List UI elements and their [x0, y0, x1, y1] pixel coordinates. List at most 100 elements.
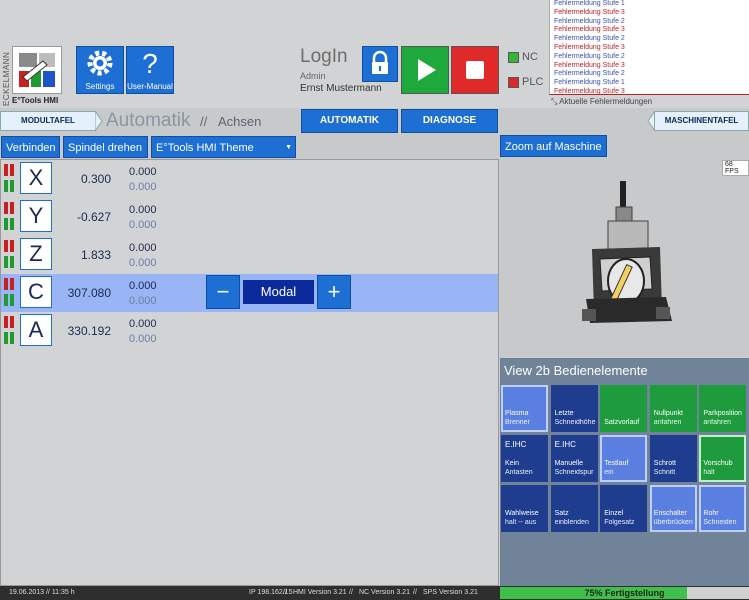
tab-automatik[interactable]: AUTOMATIK: [301, 109, 398, 133]
settings-button[interactable]: Settings: [76, 46, 124, 94]
control-tile[interactable]: Schrott Schnitt: [649, 435, 697, 482]
error-message-item[interactable]: Fehlermeldung Stufe 3: [550, 26, 749, 35]
error-message-item[interactable]: Fehlermeldung Stufe 2: [550, 18, 749, 27]
progress-bar: 75% Fertigstellung: [500, 587, 749, 599]
stop-button[interactable]: [451, 46, 499, 94]
error-message-item[interactable]: Fehlermeldung Stufe 2: [550, 70, 749, 79]
status-hmi-version: HMI Version 3.21: [293, 589, 347, 596]
error-message-item[interactable]: Fehlermeldung Stufe 1: [550, 0, 749, 9]
user-manual-button[interactable]: ? User-Manual: [126, 46, 174, 94]
error-message-item[interactable]: Fehlermeldung Stufe 2: [550, 35, 749, 44]
tile-sublabel: Schnitt: [653, 469, 676, 476]
tile-sublabel: anfahren: [703, 419, 732, 426]
login-title[interactable]: LogIn: [300, 46, 348, 68]
modultafel-arrow-icon: [95, 111, 103, 131]
axis-status-red-icon: [4, 278, 8, 290]
axis-status-red-icon: [10, 202, 14, 214]
axis-status-green-icon: [4, 218, 8, 230]
error-message-item[interactable]: Fehlermeldung Stufe 2: [550, 53, 749, 62]
error-message-item[interactable]: Fehlermeldung Stufe 3: [550, 88, 749, 97]
axis-name[interactable]: A: [20, 314, 52, 346]
control-tile[interactable]: Satz einblenden: [550, 485, 598, 532]
axis-status-red-icon: [4, 240, 8, 252]
tile-label: Enschalter: [653, 510, 687, 517]
axis-name[interactable]: Z: [20, 238, 52, 270]
connect-label: Verbinden: [6, 142, 56, 154]
modal-minus-button[interactable]: −: [206, 275, 240, 309]
control-tile[interactable]: Parkposition anfahren: [699, 385, 747, 432]
control-tile[interactable]: Enschalter überbrücken: [649, 485, 697, 532]
modal-plus-button[interactable]: +: [317, 275, 351, 309]
axis-row-a[interactable]: A 330.192 0.000 0.000: [1, 312, 498, 350]
tile-label: Satzvorlauf: [604, 419, 640, 426]
axis-status-green-icon: [10, 218, 14, 230]
status-sep-1: //: [283, 589, 287, 596]
zoom-machine-button[interactable]: Zoom auf Maschine: [500, 135, 607, 157]
axis-name[interactable]: C: [20, 276, 52, 308]
tile-sublabel: halt: [703, 469, 715, 476]
axis-setpoint: 0.000: [129, 280, 157, 292]
error-message-item[interactable]: Fehlermeldung Stufe 3: [550, 9, 749, 18]
axis-position: 330.192: [67, 324, 111, 338]
axis-row-z[interactable]: Z 1.833 0.000 0.000: [1, 236, 498, 274]
error-message-item[interactable]: Fehlermeldung Stufe 3: [550, 44, 749, 53]
error-message-list[interactable]: Fehlermeldung Stufe 1 Fehlermeldung Stufe…: [549, 0, 749, 95]
question-icon: ?: [142, 48, 158, 79]
tab-diagnose-label: DIAGNOSE: [422, 115, 477, 126]
axis-secondary: 0.000: [129, 181, 157, 193]
fps-counter: 68 FPS: [722, 160, 749, 176]
bedien-title: View 2b Bedienelemente: [500, 358, 749, 384]
control-tile[interactable]: Vorschub halt: [699, 435, 747, 482]
error-message-item[interactable]: Fehlermeldung Stufe 1: [550, 79, 749, 88]
control-tile[interactable]: Nullpunkt anfahren: [649, 385, 697, 432]
progress-label: 75% Fertigstellung: [584, 588, 665, 598]
modal-label: Modal: [243, 280, 314, 304]
plc-indicator: [508, 77, 519, 88]
play-icon: [418, 59, 436, 81]
control-tile[interactable]: Rohr Schneiden: [699, 485, 747, 532]
tile-top-label: E.IHC: [505, 440, 527, 449]
connect-button[interactable]: Verbinden: [1, 136, 60, 158]
axis-name[interactable]: Y: [20, 200, 52, 232]
maschinentafel-label: MASCHINENTAFEL: [664, 116, 739, 125]
control-tile[interactable]: E.IHC Kein Antasten: [501, 435, 548, 482]
axis-row-x[interactable]: X 0.300 0.000 0.000: [1, 160, 498, 198]
bedien-grid: Plasma Brenner Letzte Schneidhöhe Satzvorlau…: [500, 384, 749, 586]
control-tile[interactable]: Satzvorlauf: [600, 385, 648, 432]
tile-label: Einzel: [604, 510, 624, 517]
settings-label: Settings: [85, 82, 115, 91]
tile-sublabel: Schneidhöhe: [554, 419, 596, 426]
tile-label: Parkposition: [703, 410, 742, 417]
theme-select[interactable]: E°Tools HMI Theme ▼: [151, 136, 296, 158]
axis-status-green-icon: [4, 294, 8, 306]
tile-label: Letzte: [554, 410, 574, 417]
status-sps-version: SPS Version 3.21: [423, 589, 478, 596]
machine-view[interactable]: [500, 159, 749, 358]
lock-button[interactable]: [362, 46, 398, 82]
axis-name[interactable]: X: [20, 162, 52, 194]
maschinentafel-tab[interactable]: MASCHINENTAFEL: [654, 111, 749, 131]
tile-label: Rohr: [703, 510, 719, 517]
axis-row-y[interactable]: Y -0.627 0.000 0.000: [1, 198, 498, 236]
control-tile[interactable]: Letzte Schneidhöhe: [550, 385, 598, 432]
spindle-button[interactable]: Spindel drehen: [63, 136, 148, 158]
axis-position: 0.300: [80, 172, 111, 186]
tile-label: Kein: [505, 460, 520, 467]
control-tile[interactable]: Plasma Brenner: [501, 385, 548, 432]
error-message-item[interactable]: Fehlermeldung Stufe 3: [550, 62, 749, 71]
control-tile[interactable]: Testlauf ein: [600, 435, 648, 482]
tile-sublabel: anfahren: [653, 419, 682, 426]
control-tile[interactable]: Wahlweise halt -- aus: [501, 485, 548, 532]
tile-top-label: E.IHC: [554, 440, 576, 449]
modultafel-tab[interactable]: MODULTAFEL: [0, 111, 96, 131]
svg-text:?: ?: [142, 48, 158, 79]
axis-row-c[interactable]: C 307.080 0.000 0.000 − Modal +: [1, 274, 498, 312]
tab-diagnose[interactable]: DIAGNOSE: [401, 109, 498, 133]
breadcrumb-sub: Achsen: [218, 114, 262, 129]
plc-label: PLC: [522, 76, 544, 88]
control-tile[interactable]: E.IHC Manuelle Schneidspur: [550, 435, 598, 482]
control-tile[interactable]: Einzel Folgesatz: [600, 485, 648, 532]
start-button[interactable]: [401, 46, 449, 94]
tile-label: Schrott: [653, 460, 676, 467]
tile-label: Wahlweise: [505, 510, 539, 517]
